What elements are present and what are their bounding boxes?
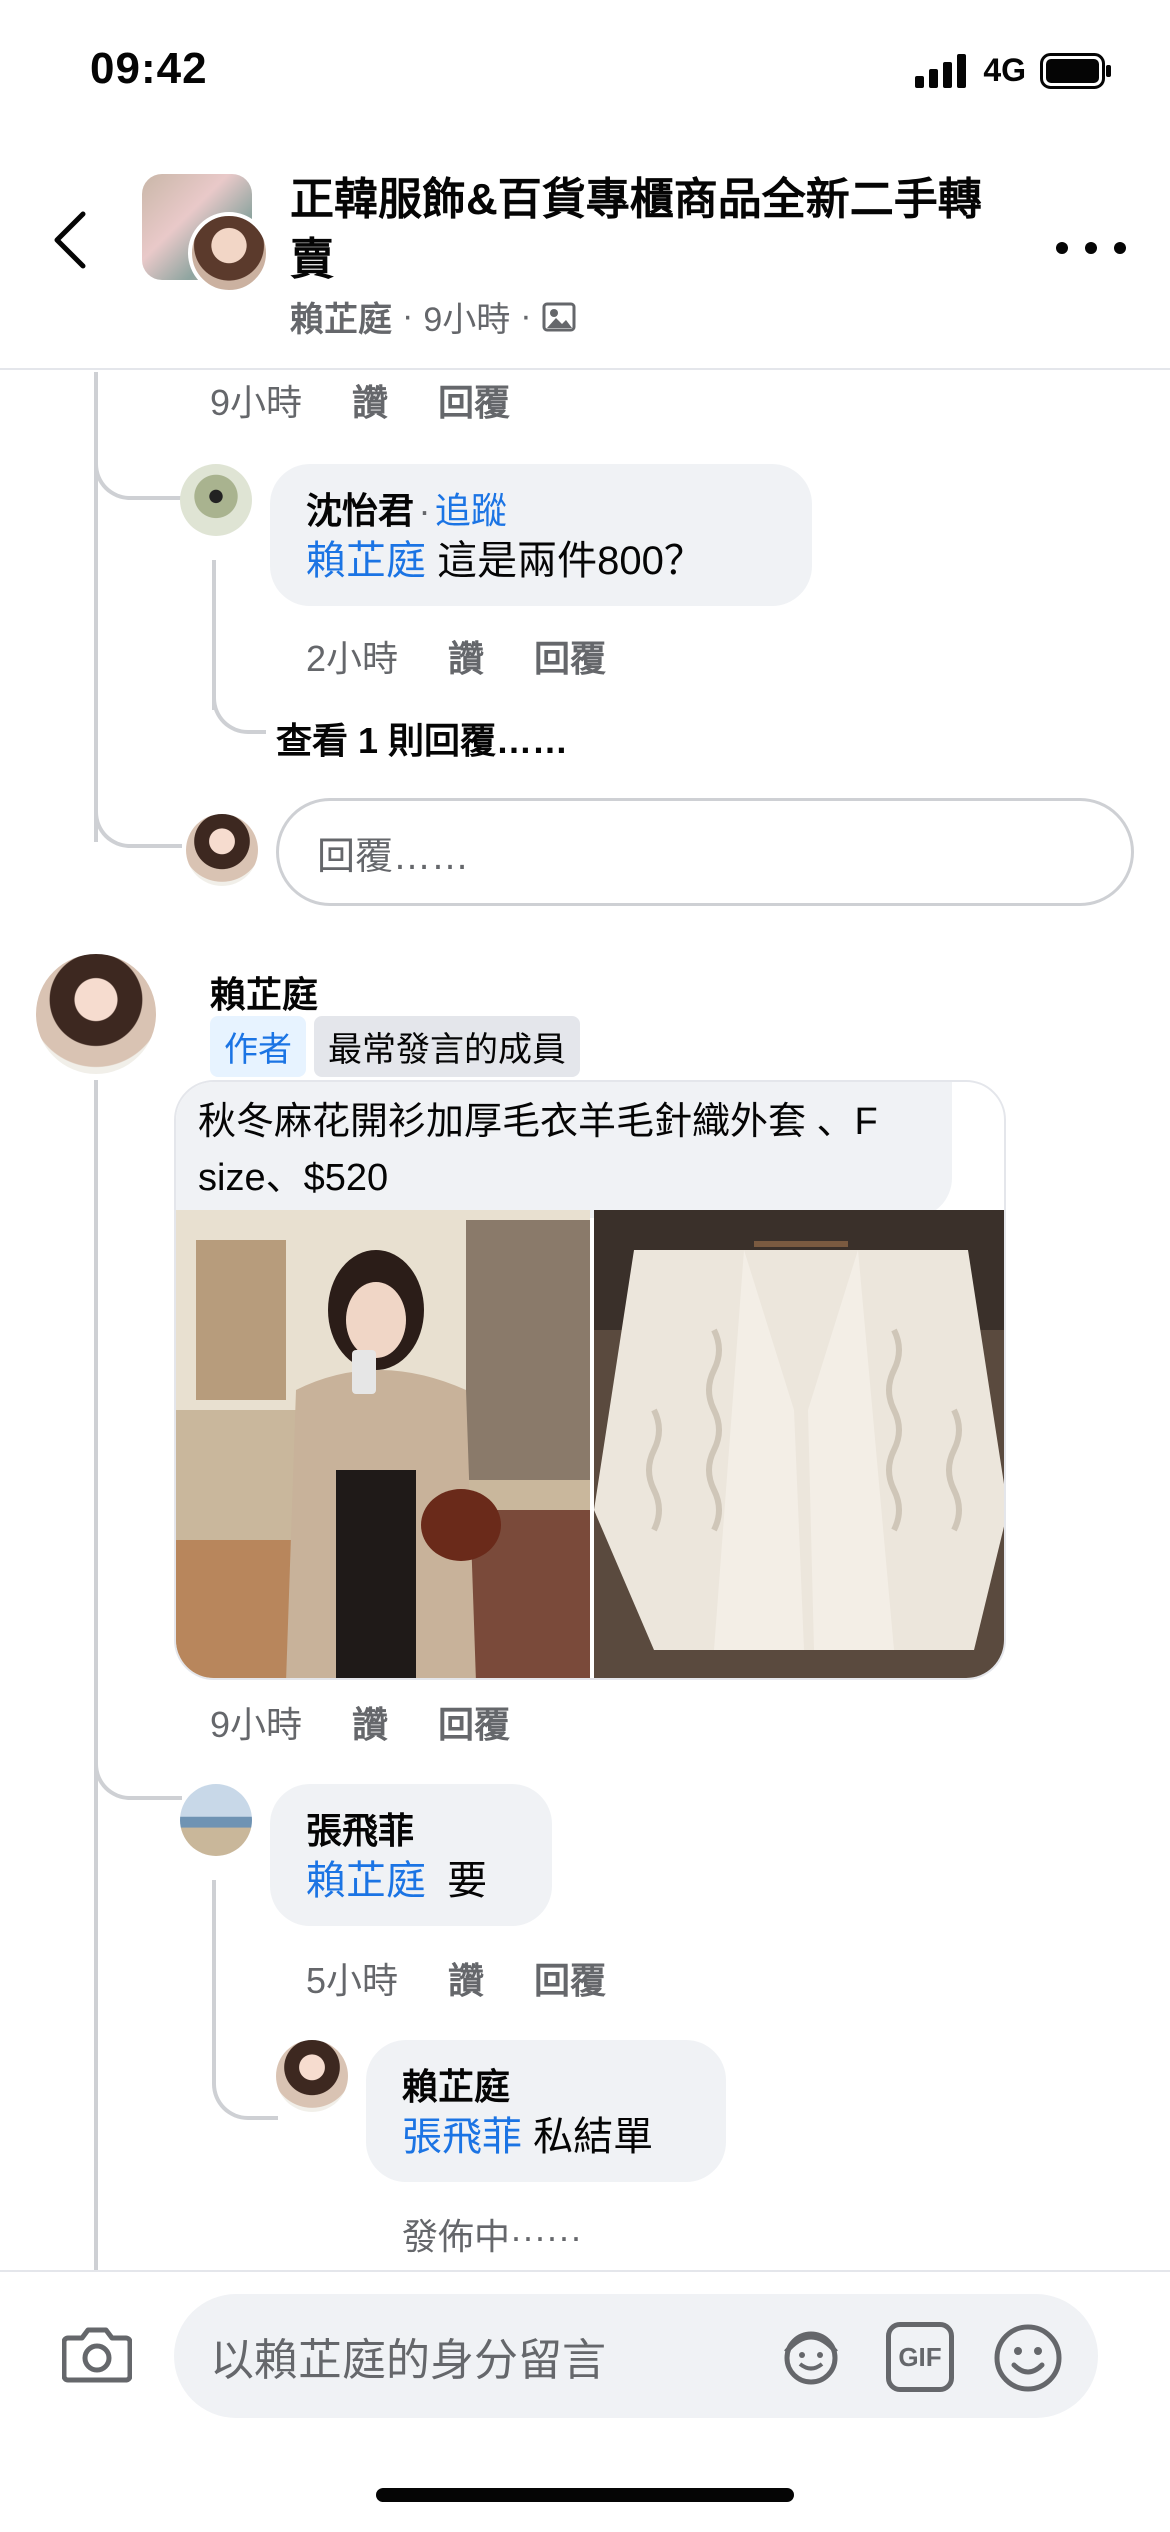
comment-actions: 5小時 讚 回覆 <box>306 1952 606 2004</box>
view-replies-link[interactable]: 查看 1 則回覆…… <box>276 712 568 764</box>
comment-text: 這是兩件800？ <box>437 539 704 583</box>
avatar[interactable] <box>36 954 156 1074</box>
back-button[interactable] <box>40 200 100 280</box>
photo-left-image <box>176 1210 590 1678</box>
home-indicator[interactable] <box>376 2488 794 2502</box>
reply-button[interactable]: 回覆 <box>438 1696 510 1748</box>
like-button[interactable]: 讚 <box>352 1696 388 1748</box>
post-author[interactable]: 賴芷庭 <box>290 292 392 341</box>
comment-time: 2小時 <box>306 638 399 679</box>
status-time: 09:42 <box>90 44 208 93</box>
reply-button[interactable]: 回覆 <box>438 374 510 426</box>
status-icons: 4G <box>915 52 1112 89</box>
avatar-sticker-icon <box>784 2331 838 2385</box>
avatar[interactable] <box>180 464 252 536</box>
author-badge: 作者 <box>210 1016 306 1077</box>
thread-connector <box>94 390 182 500</box>
mention-link[interactable]: 賴芷庭 <box>306 1859 426 1903</box>
mention-link[interactable]: 賴芷庭 <box>306 539 426 583</box>
reply-bubble[interactable]: 張飛菲 賴芷庭 要 <box>270 1784 552 1926</box>
meta-separator: · <box>418 490 431 531</box>
comment-text: 要 <box>447 1859 488 1903</box>
more-icon <box>1056 242 1068 254</box>
mention-link[interactable]: 張飛菲 <box>402 2115 522 2159</box>
thread-connector <box>94 500 182 848</box>
emoji-icon <box>994 2324 1062 2392</box>
signal-icon <box>915 53 967 88</box>
photo-right[interactable] <box>594 1210 1004 1678</box>
commenter-name[interactable]: 賴芷庭 <box>402 2058 690 2110</box>
post-header: 正韓服飾&百貨專櫃商品全新二手轉賣 賴芷庭 · 9小時 · <box>0 140 1170 370</box>
commenter-name[interactable]: 沈怡君 <box>306 490 414 531</box>
commenter-name[interactable]: 張飛菲 <box>306 1802 516 1854</box>
like-button[interactable]: 讚 <box>352 374 388 426</box>
meta-separator: · <box>402 297 414 335</box>
reply-bubble[interactable]: 賴芷庭 張飛菲 私結單 <box>366 2040 726 2182</box>
thread-connector <box>94 1700 182 1800</box>
reply-input[interactable]: 回覆…… <box>276 798 1134 906</box>
author-avatar[interactable] <box>188 212 270 294</box>
photo-right-image <box>594 1210 1004 1678</box>
back-arrow-icon <box>54 211 86 269</box>
battery-icon <box>1040 52 1111 89</box>
gif-icon: GIF <box>898 2341 942 2372</box>
network-label: 4G <box>983 52 1026 88</box>
avatar-sticker-button[interactable] <box>776 2322 846 2397</box>
post-time: 9小時 <box>423 301 511 339</box>
comment-time: 5小時 <box>306 1960 399 2001</box>
comment-input[interactable]: 以賴芷庭的身分留言 <box>174 2294 1098 2418</box>
reply-button[interactable]: 回覆 <box>534 630 606 682</box>
comment-text: 秋冬麻花開衫加厚毛衣羊毛針織外套 、F size、$520 <box>176 1082 952 1218</box>
commenter-name[interactable]: 賴芷庭 <box>210 966 318 1018</box>
avatar[interactable] <box>276 2040 348 2112</box>
comment-time: 9小時 <box>210 1704 303 1745</box>
like-button[interactable]: 讚 <box>448 630 484 682</box>
thread-connector <box>212 650 266 734</box>
comment-actions: 9小時 讚 回覆 <box>210 374 510 426</box>
thread-connector <box>212 2010 278 2120</box>
thread-line <box>94 1080 98 2270</box>
avatar[interactable] <box>180 1784 252 1856</box>
photo-icon <box>542 302 576 331</box>
comment-text: 私結單 <box>533 2115 654 2159</box>
member-badge: 最常發言的成員 <box>314 1016 580 1077</box>
more-button[interactable] <box>1056 228 1126 268</box>
avatar <box>186 814 258 886</box>
posting-status: 發佈中······ <box>402 2216 582 2257</box>
like-button[interactable]: 讚 <box>448 1952 484 2004</box>
meta-separator: · <box>520 297 532 335</box>
reply-button[interactable]: 回覆 <box>534 1952 606 2004</box>
comment-time: 9小時 <box>210 382 303 423</box>
emoji-button[interactable] <box>992 2322 1064 2399</box>
comment-actions: 2小時 讚 回覆 <box>306 630 606 682</box>
photo-left[interactable] <box>176 1210 590 1678</box>
group-title[interactable]: 正韓服飾&百貨專櫃商品全新二手轉賣 <box>290 170 1010 290</box>
camera-icon <box>61 2327 133 2383</box>
reply-bubble[interactable]: 沈怡君 · 追蹤 賴芷庭 這是兩件800？ <box>270 464 812 606</box>
follow-button[interactable]: 追蹤 <box>435 490 507 531</box>
comment-card[interactable]: 秋冬麻花開衫加厚毛衣羊毛針織外套 、F size、$520 <box>174 1080 1006 1680</box>
badges: 作者 最常發言的成員 <box>210 1016 580 1077</box>
gif-button[interactable]: GIF <box>886 2322 954 2392</box>
post-meta: 賴芷庭 · 9小時 · <box>290 292 576 341</box>
comment-actions: 9小時 讚 回覆 <box>210 1696 510 1748</box>
camera-button[interactable] <box>61 2324 133 2389</box>
